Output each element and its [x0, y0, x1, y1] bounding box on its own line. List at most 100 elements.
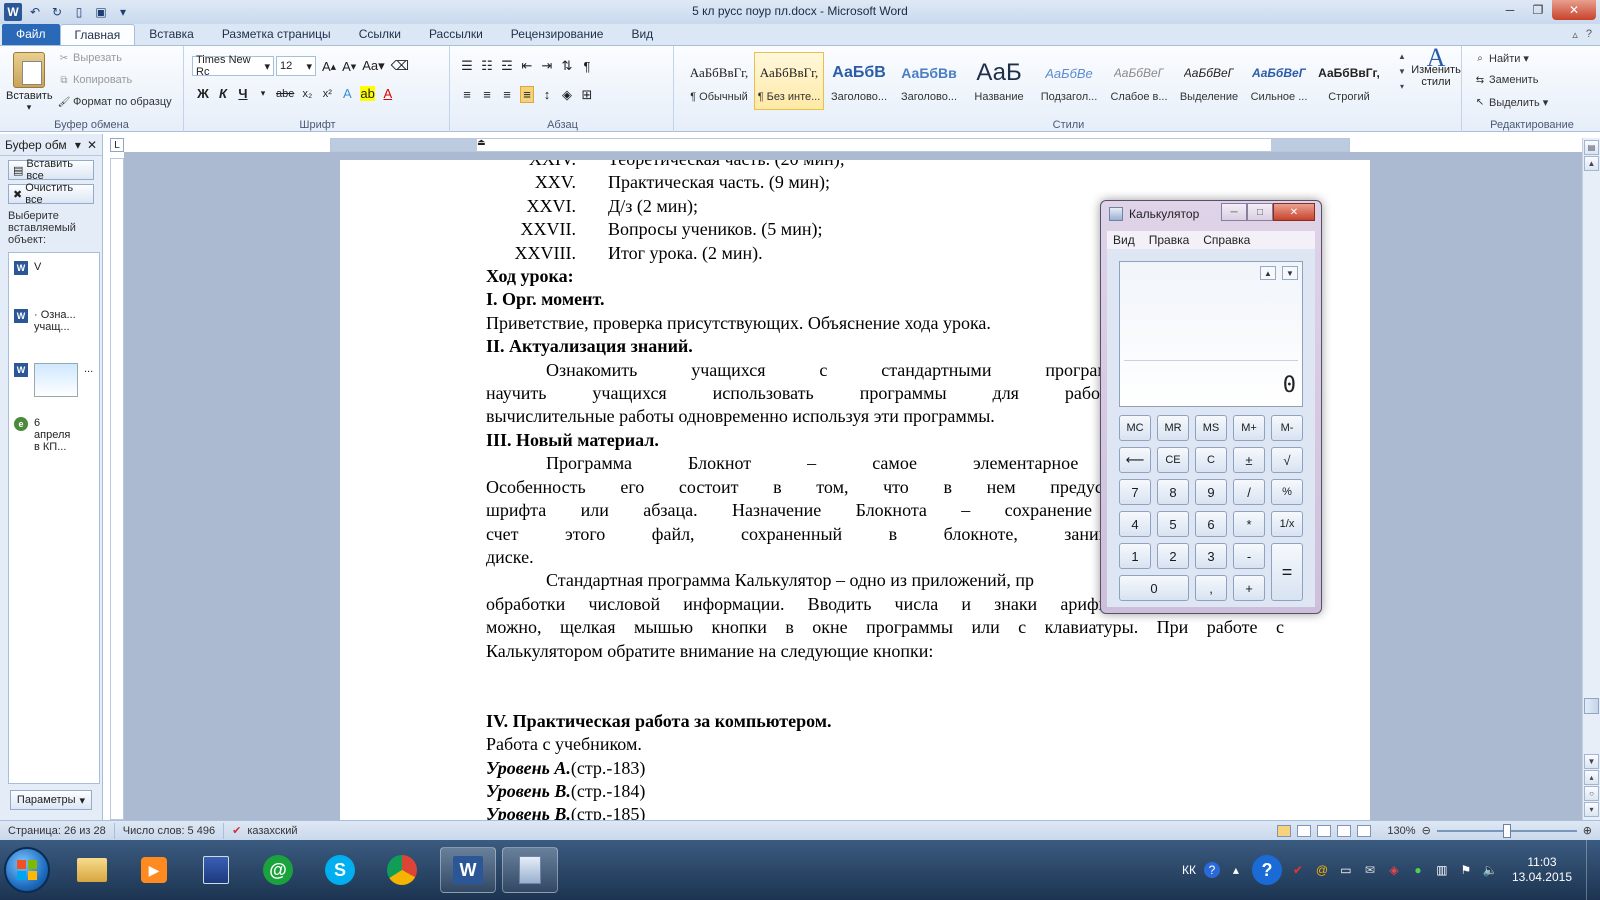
subscript-button[interactable]: x₂ [300, 88, 314, 100]
calc-minimize-button[interactable]: ─ [1221, 203, 1247, 221]
mail-tray-icon[interactable]: @ [1314, 862, 1330, 878]
tab-references[interactable]: Ссылки [345, 24, 415, 45]
font-color-icon[interactable]: A [381, 86, 395, 101]
sqrt-button[interactable]: √ [1271, 447, 1303, 473]
calculator-taskbar-icon[interactable] [502, 847, 558, 893]
sort-icon[interactable]: ⇅ [560, 58, 574, 74]
pilcrow-button[interactable]: ¶ [580, 59, 594, 74]
mail-agent-taskbar-icon[interactable]: @ [250, 847, 306, 893]
grow-font-icon[interactable]: A ▴ [322, 59, 336, 74]
clipboard-item[interactable]: WV [14, 261, 41, 275]
align-right-icon[interactable]: ≡ [500, 87, 514, 102]
monitor-tray-icon[interactable]: ▭ [1338, 862, 1354, 878]
indent-marker-icon[interactable]: ⏏ [477, 137, 486, 148]
styles-scroll[interactable]: ▲ ▼ ▾ [1396, 52, 1408, 110]
digit-6-button[interactable]: 6 [1195, 511, 1227, 537]
digit-1-button[interactable]: 1 [1119, 543, 1151, 569]
plus-minus-button[interactable]: ± [1233, 447, 1265, 473]
shield-tray-icon[interactable]: ◈ [1386, 862, 1402, 878]
language-help-icon[interactable]: ? [1203, 862, 1220, 878]
menu-edit[interactable]: Правка [1149, 233, 1190, 247]
menu-view[interactable]: Вид [1113, 233, 1135, 247]
ce-button[interactable]: CE [1157, 447, 1189, 473]
mc-button[interactable]: MC [1119, 415, 1151, 441]
paste-button[interactable]: Вставить ▾ [6, 52, 53, 113]
strikethrough-button[interactable]: abe [276, 88, 294, 100]
minimize-button[interactable]: ─ [1496, 0, 1524, 20]
digit-8-button[interactable]: 8 [1157, 479, 1189, 505]
c-button[interactable]: C [1195, 447, 1227, 473]
multiply-button[interactable]: * [1233, 511, 1265, 537]
horizontal-ruler[interactable]: ⏏ [330, 137, 1350, 152]
close-button[interactable]: ✕ [1552, 0, 1596, 20]
explorer-taskbar-icon[interactable] [64, 847, 120, 893]
web-layout-view-icon[interactable] [1317, 824, 1332, 837]
style-strong[interactable]: АаБбВвГг, Строгий [1314, 52, 1384, 110]
zoom-slider[interactable] [1436, 823, 1577, 838]
font-name-select[interactable]: Times New Rc ▾ [192, 54, 274, 78]
m-plus-button[interactable]: M+ [1233, 415, 1265, 441]
replace-button[interactable]: ⇆ Заменить [1474, 74, 1539, 86]
start-button[interactable] [4, 847, 50, 893]
clipboard-item[interactable]: W · Озна... учащ... [14, 309, 76, 333]
next-page-icon[interactable]: ▾ [1584, 802, 1599, 817]
ms-button[interactable]: MS [1195, 415, 1227, 441]
network-icon[interactable]: ▥ [1434, 862, 1450, 878]
word-taskbar-icon[interactable]: W [440, 847, 496, 893]
calc-close-button[interactable]: ✕ [1273, 203, 1315, 221]
line-spacing-icon[interactable]: ↕ [540, 87, 554, 102]
style-heading-2[interactable]: АаБбВв Заголово... [894, 52, 964, 110]
tab-page-layout[interactable]: Разметка страницы [208, 24, 345, 45]
help-assistant-icon[interactable]: ? [1251, 855, 1282, 885]
outline-view-icon[interactable] [1337, 824, 1352, 837]
align-center-icon[interactable]: ≡ [480, 87, 494, 102]
digit-4-button[interactable]: 4 [1119, 511, 1151, 537]
maximize-button[interactable]: ❐ [1524, 0, 1552, 20]
mr-button[interactable]: MR [1157, 415, 1189, 441]
calculator-window[interactable]: Калькулятор ─ □ ✕ Вид Правка Справка ▲ ▼… [1100, 200, 1322, 614]
style-intense-emphasis[interactable]: АаБбВеГ Сильное ... [1244, 52, 1314, 110]
style-heading-1[interactable]: АаБбВ Заголово... [824, 52, 894, 110]
bullets-icon[interactable]: ☰ [460, 58, 474, 74]
tray-expand-icon[interactable]: ▴ [1228, 862, 1244, 878]
superscript-button[interactable]: x² [320, 88, 334, 100]
browse-object-icon[interactable]: ○ [1584, 786, 1599, 801]
cut-button[interactable]: ✂ Вырезать [58, 52, 122, 64]
more-styles-icon[interactable]: ▾ [1400, 82, 1404, 91]
input-language[interactable]: КК [1182, 863, 1196, 877]
tab-insert[interactable]: Вставка [135, 24, 208, 45]
digit-7-button[interactable]: 7 [1119, 479, 1151, 505]
disk-taskbar-icon[interactable] [188, 847, 244, 893]
scroll-down-icon[interactable]: ▼ [1584, 754, 1599, 769]
tab-file[interactable]: Файл [2, 24, 60, 45]
m-minus-button[interactable]: M- [1271, 415, 1303, 441]
percent-button[interactable]: % [1271, 479, 1303, 505]
align-left-icon[interactable]: ≡ [460, 87, 474, 102]
scroll-up-icon[interactable]: ▲ [1398, 52, 1406, 61]
select-button[interactable]: ↖ Выделить ▾ [1474, 96, 1548, 110]
ruler-toggle-icon[interactable]: ▤ [1584, 140, 1599, 155]
text-effects-icon[interactable]: A [340, 86, 354, 101]
messenger-tray-icon[interactable]: ● [1410, 862, 1426, 878]
clock[interactable]: 11:03 13.04.2015 [1506, 855, 1578, 885]
scroll-up-icon[interactable]: ▲ [1584, 156, 1599, 171]
shading-icon[interactable]: ◈ [560, 87, 574, 103]
numbering-icon[interactable]: ☷ [480, 58, 494, 74]
zoom-slider-thumb[interactable] [1502, 823, 1511, 838]
highlight-icon[interactable]: ab [360, 86, 375, 101]
tab-review[interactable]: Рецензирование [497, 24, 618, 45]
style-subtle-emphasis[interactable]: АаБбВеГ Слабое в... [1104, 52, 1174, 110]
tab-selector[interactable]: L [110, 138, 124, 152]
scroll-down-icon[interactable]: ▼ [1398, 67, 1406, 76]
decrease-indent-icon[interactable]: ⇤ [520, 58, 534, 74]
style-emphasis[interactable]: АаБбВеГ Выделение [1174, 52, 1244, 110]
history-down-icon[interactable]: ▼ [1282, 266, 1298, 280]
media-player-taskbar-icon[interactable]: ▶ [126, 847, 182, 893]
clear-all-button[interactable]: ✖ Очистить все [8, 182, 94, 206]
decimal-button[interactable]: , [1195, 575, 1227, 601]
page-count[interactable]: Страница: 26 из 28 [0, 822, 115, 839]
divide-button[interactable]: / [1233, 479, 1265, 505]
digit-9-button[interactable]: 9 [1195, 479, 1227, 505]
print-layout-view-icon[interactable] [1277, 824, 1292, 837]
skype-taskbar-icon[interactable]: S [312, 847, 368, 893]
